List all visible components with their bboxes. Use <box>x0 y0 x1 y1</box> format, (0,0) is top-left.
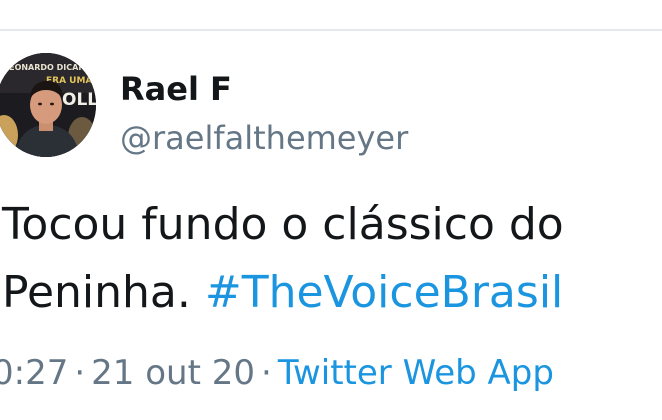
tweet-text: Tocou fundo o clássico do Peninha. #TheV… <box>2 191 662 327</box>
author-handle[interactable]: @raelfalthemeyer <box>120 118 408 158</box>
tweet-text-line-2-prefix: Peninha. <box>2 267 205 318</box>
tweet-source-link[interactable]: Twitter Web App <box>278 353 554 393</box>
separator: · <box>74 353 86 393</box>
author-display-name[interactable]: Rael F <box>120 71 232 107</box>
tweet-metadata: 0:27 · 21 out 20 · Twitter Web App <box>0 353 554 393</box>
separator: · <box>261 353 272 393</box>
tweet-card[interactable]: LEONARDO DICAPRIO ERA UMA VEZ OLL Rael F… <box>0 31 662 420</box>
avatar-image: LEONARDO DICAPRIO ERA UMA VEZ OLL <box>0 53 96 157</box>
tweet-time[interactable]: 0:27 <box>0 353 68 393</box>
tweet-text-line-1: Tocou fundo o clássico do <box>2 199 564 250</box>
previous-content-area <box>0 0 662 30</box>
avatar-banner-text-3: OLL <box>62 90 96 110</box>
tweet-date[interactable]: 21 out 20 <box>91 353 255 393</box>
avatar[interactable]: LEONARDO DICAPRIO ERA UMA VEZ OLL <box>0 53 96 157</box>
avatar-banner-text-1: LEONARDO DICAPRIO <box>4 63 96 72</box>
hashtag-link[interactable]: #TheVoiceBrasil <box>205 267 563 318</box>
tweet-text-line-2: Peninha. #TheVoiceBrasil <box>2 259 662 327</box>
